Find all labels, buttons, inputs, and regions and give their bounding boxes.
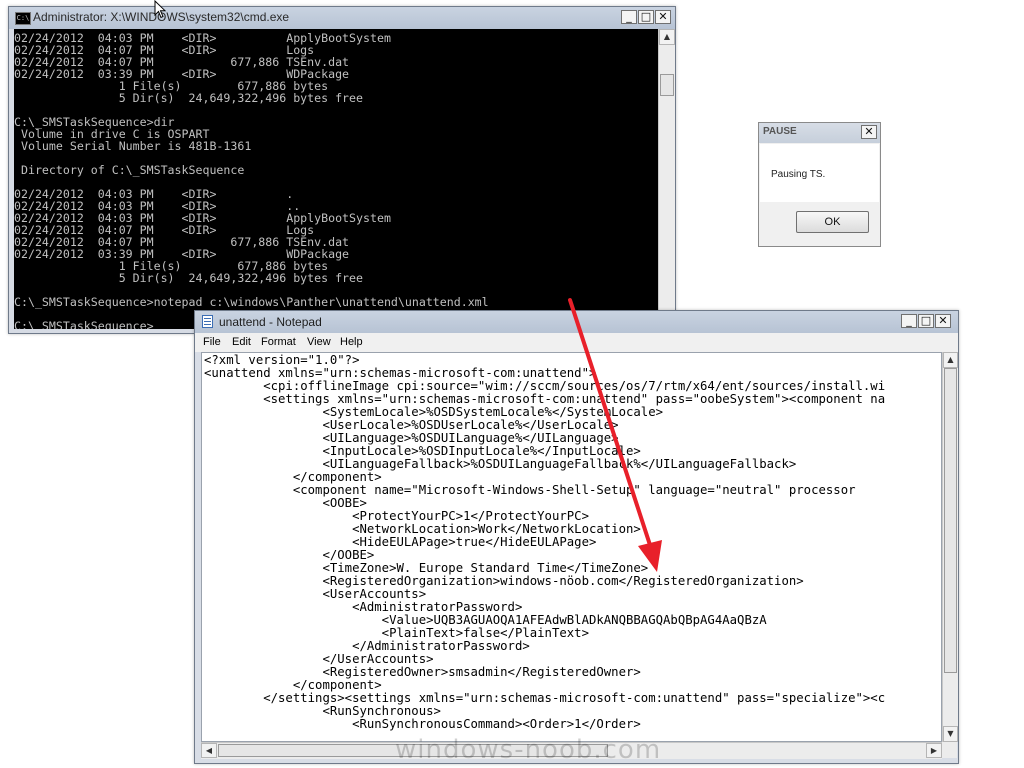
cmd-close-button[interactable]: ✕ bbox=[655, 10, 671, 24]
notepad-text-area[interactable]: <?xml version="1.0"?> <unattend xmlns="u… bbox=[201, 352, 942, 742]
scroll-right-arrow-icon[interactable]: ▶ bbox=[926, 743, 942, 758]
notepad-close-button[interactable]: ✕ bbox=[935, 314, 951, 328]
notepad-vertical-scroll-thumb[interactable] bbox=[944, 368, 957, 673]
resize-grip-icon[interactable] bbox=[942, 742, 957, 758]
scroll-left-arrow-icon[interactable]: ◀ bbox=[201, 743, 217, 758]
notepad-menu-bar: File Edit Format View Help bbox=[195, 333, 958, 352]
cmd-scroll-thumb[interactable] bbox=[660, 74, 674, 96]
menu-edit[interactable]: Edit bbox=[232, 336, 251, 348]
notepad-maximize-button[interactable]: □ bbox=[918, 314, 934, 328]
cmd-title-bar[interactable]: C:\ Administrator: X:\WINDOWS\system32\c… bbox=[9, 7, 675, 29]
pause-message: Pausing TS. bbox=[771, 169, 826, 180]
cmd-minimize-button[interactable]: _ bbox=[621, 10, 637, 24]
pause-dialog-title-bar[interactable]: PAUSE ✕ bbox=[759, 123, 880, 143]
menu-help[interactable]: Help bbox=[340, 336, 363, 348]
watermark: windows-noob.com bbox=[395, 735, 662, 765]
notepad-minimize-button[interactable]: _ bbox=[901, 314, 917, 328]
menu-format[interactable]: Format bbox=[261, 336, 296, 348]
pause-dialog: PAUSE ✕ Pausing TS. OK bbox=[758, 122, 881, 247]
cmd-maximize-button[interactable]: □ bbox=[638, 10, 654, 24]
notepad-window-title: unattend - Notepad bbox=[219, 315, 322, 329]
pause-dialog-title: PAUSE bbox=[763, 126, 797, 137]
notepad-window: unattend - Notepad _ □ ✕ File Edit Forma… bbox=[194, 310, 959, 764]
cmd-console-text: 02/24/2012 04:03 PM <DIR> ApplyBootSyste… bbox=[14, 31, 489, 329]
scroll-down-arrow-icon[interactable]: ▼ bbox=[943, 726, 958, 742]
notepad-app-icon bbox=[202, 315, 213, 328]
cmd-vertical-scrollbar[interactable]: ▲ ▼ bbox=[658, 29, 675, 329]
cmd-console[interactable]: 02/24/2012 04:03 PM <DIR> ApplyBootSyste… bbox=[14, 29, 658, 329]
cmd-window: C:\ Administrator: X:\WINDOWS\system32\c… bbox=[8, 6, 676, 334]
menu-view[interactable]: View bbox=[307, 336, 331, 348]
mouse-pointer-icon bbox=[154, 0, 167, 19]
cmd-app-icon: C:\ bbox=[15, 12, 31, 25]
notepad-title-bar[interactable]: unattend - Notepad _ □ ✕ bbox=[195, 311, 958, 333]
notepad-vertical-scrollbar[interactable]: ▲ ▼ bbox=[942, 352, 958, 742]
unattend-xml-text: <?xml version="1.0"?> <unattend xmlns="u… bbox=[204, 353, 886, 731]
menu-file[interactable]: File bbox=[203, 336, 221, 348]
scroll-up-arrow-icon[interactable]: ▲ bbox=[943, 352, 958, 368]
pause-dialog-close-button[interactable]: ✕ bbox=[861, 125, 877, 139]
ok-button[interactable]: OK bbox=[796, 211, 869, 233]
scroll-up-arrow-icon[interactable]: ▲ bbox=[659, 29, 675, 45]
